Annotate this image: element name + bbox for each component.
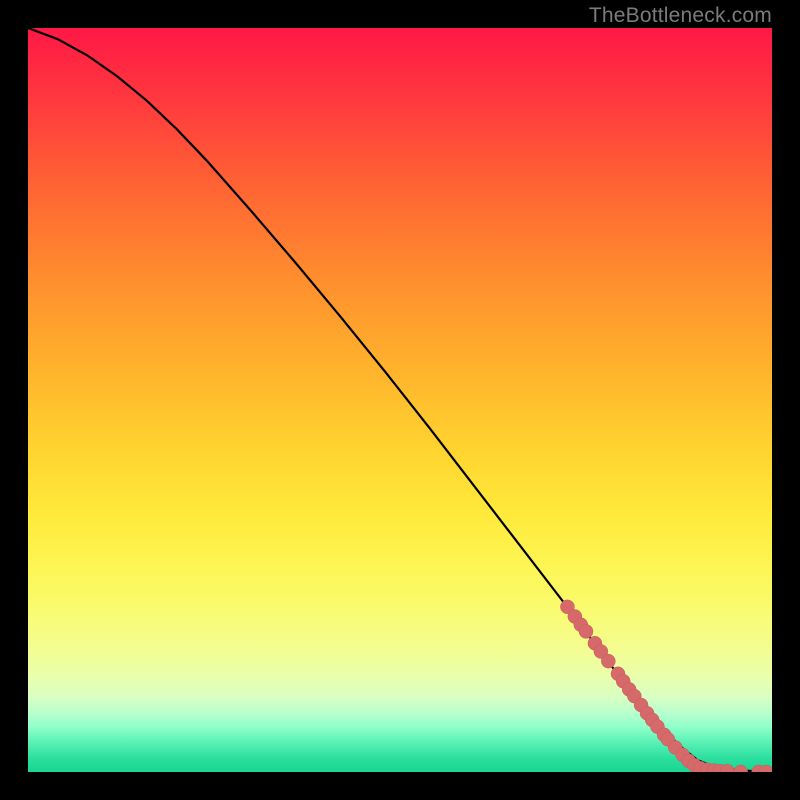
marker-point	[601, 654, 615, 668]
plot-area	[28, 28, 772, 772]
curve-line	[28, 28, 772, 772]
marker-point	[579, 624, 593, 638]
chart-svg	[28, 28, 772, 772]
marker-point	[734, 765, 748, 772]
watermark-text: TheBottleneck.com	[589, 4, 772, 28]
curve-markers	[560, 600, 772, 772]
chart-container: TheBottleneck.com	[0, 0, 800, 800]
